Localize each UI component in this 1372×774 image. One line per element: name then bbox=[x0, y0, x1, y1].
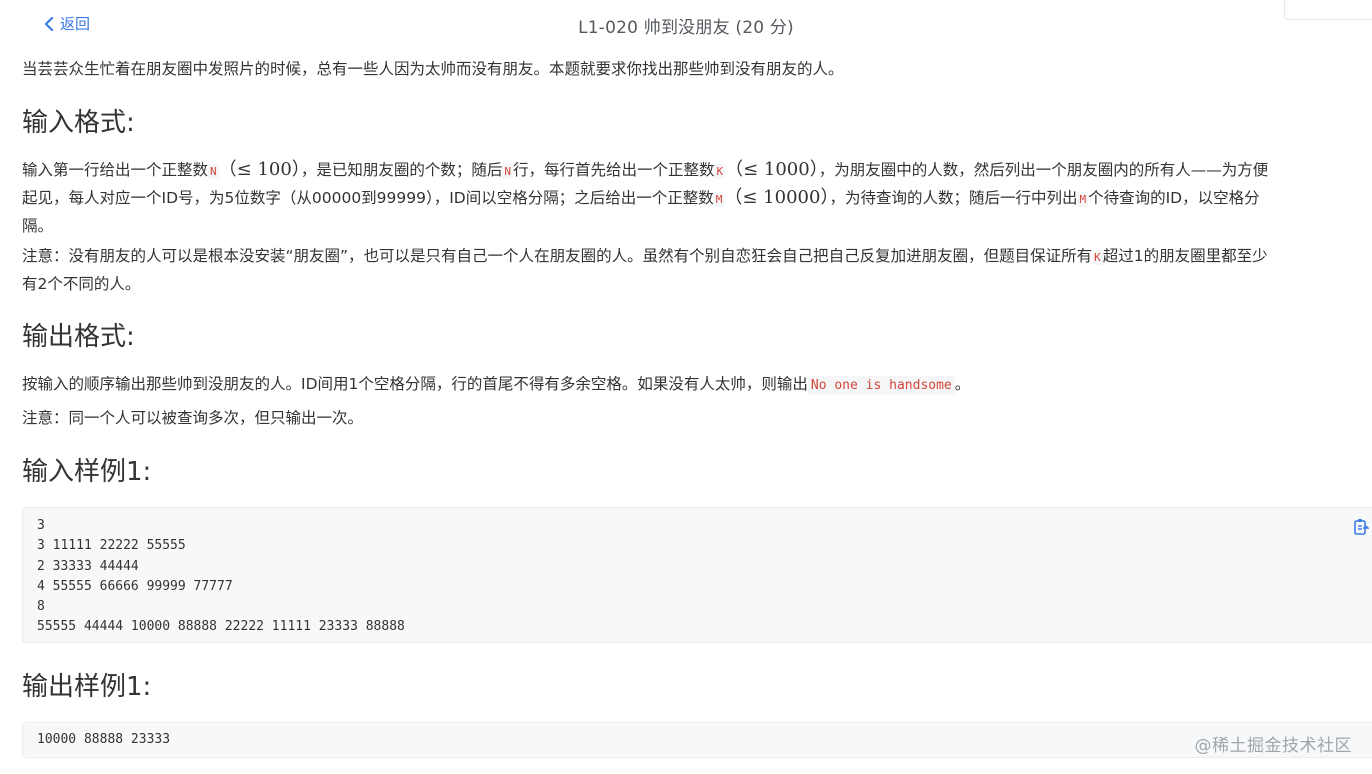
code-line: 10000 88888 23333 bbox=[37, 732, 171, 747]
var-m: M bbox=[713, 192, 725, 207]
code-lines: 3 3 11111 22222 55555 2 33333 44444 4 55555… bbox=[23, 516, 1372, 638]
code-line: 4 55555 66666 99999 77777 bbox=[37, 578, 233, 594]
input-format-note: 注意：没有朋友的人可以是根本没安装“朋友圈”，也可以是只有自己一个人在朋友圈的人… bbox=[22, 247, 1268, 293]
code-lines: 10000 88888 23333 bbox=[23, 730, 1372, 750]
math-m-bound: （≤ 10000） bbox=[724, 187, 830, 208]
output-format-heading: 输出格式: bbox=[22, 322, 135, 352]
var-n: N bbox=[208, 164, 219, 179]
problem-page: 返回 L1-020 帅到没朋友 (20 分) 当芸芸众生忙着在朋友圈中发照片的时… bbox=[0, 0, 1372, 774]
math-k-bound: （≤ 1000） bbox=[725, 159, 819, 180]
corner-panel bbox=[1284, 0, 1372, 20]
inline-code: No one is handsome bbox=[807, 376, 955, 395]
code-line: 8 bbox=[37, 599, 45, 615]
var-k: K bbox=[714, 164, 726, 179]
code-line: 3 bbox=[37, 518, 45, 533]
copy-clipboard-icon bbox=[1353, 519, 1370, 540]
input-format-para-1: 输入第一行给出一个正整数 N （≤ 100），是已知朋友圈的个数；随后 N 行，每行首先… bbox=[22, 159, 1269, 235]
top-bar: 返回 L1-020 帅到没朋友 (20 分) bbox=[0, 0, 1372, 50]
input-format-heading: 输入格式: bbox=[22, 108, 135, 138]
sample-input-heading: 输入样例1: bbox=[22, 457, 152, 487]
code-line: 55555 44444 10000 88888 22222 11111 2333… bbox=[37, 619, 405, 635]
var-m: M bbox=[1077, 192, 1089, 207]
math-n-bound: （≤ 100） bbox=[218, 159, 301, 180]
code-line: 3 11111 22222 55555 bbox=[37, 538, 186, 554]
page-title: L1-020 帅到没朋友 (20 分) bbox=[578, 18, 794, 38]
watermark: @稀土掘金技术社区 bbox=[1194, 736, 1352, 756]
var-k: K bbox=[1092, 250, 1103, 265]
output-format-text: 按输入的顺序输出那些帅到没朋友的人。ID间用1个空格分隔，行的首尾不得有多余空格… bbox=[22, 375, 971, 395]
sample-output-heading: 输出样例1: bbox=[22, 672, 152, 702]
var-n: N bbox=[502, 164, 513, 179]
output-format-note: 注意：同一个人可以被查询多次，但只输出一次。 bbox=[22, 409, 364, 427]
sample-input-codeblock: 3 3 11111 22222 55555 2 33333 44444 4 55555… bbox=[22, 507, 1372, 643]
code-line: 2 33333 44444 bbox=[37, 558, 139, 574]
sample-output-codeblock: 10000 88888 23333 bbox=[22, 722, 1372, 758]
copy-button[interactable] bbox=[1353, 518, 1370, 540]
intro-text: 当芸芸众生忙着在朋友圈中发照片的时候，总有一些人因为太帅而没有朋友。本题就要求你… bbox=[22, 60, 844, 78]
